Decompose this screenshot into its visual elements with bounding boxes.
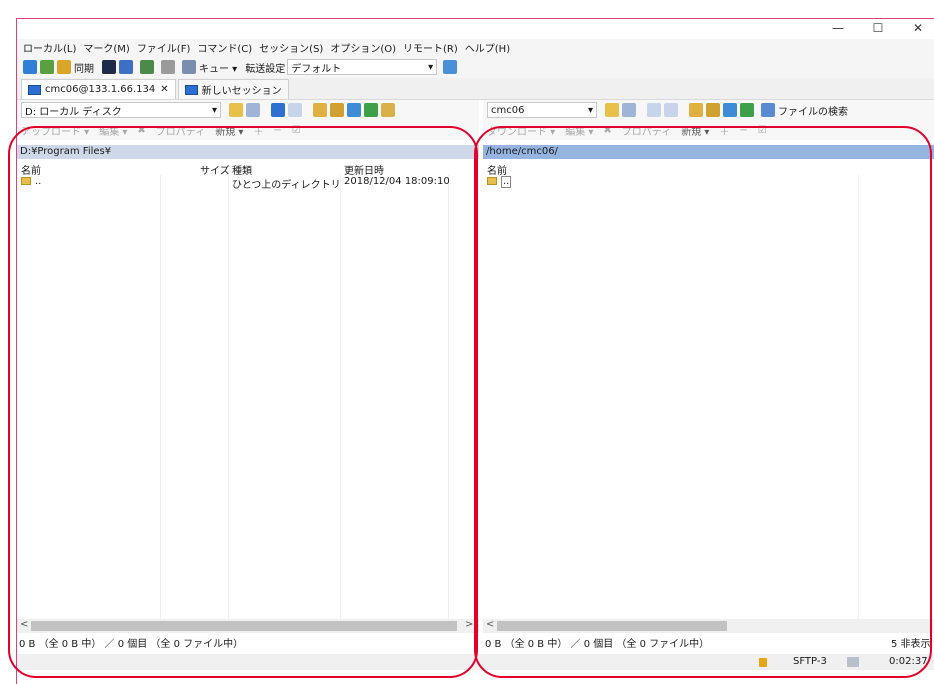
menu-help[interactable]: ヘルプ(H) (465, 40, 510, 55)
menu-local[interactable]: ローカル(L) (23, 40, 76, 55)
queue-icon[interactable] (182, 60, 196, 74)
open-folder-icon[interactable] (229, 103, 243, 117)
forward-icon[interactable] (288, 103, 302, 117)
menu-command[interactable]: コマンド(C) (197, 40, 252, 55)
session-tab-bar: cmc06@133.1.66.134 ✕ 新しいセッション (17, 78, 934, 100)
root-dir-icon[interactable] (330, 103, 344, 117)
settings-icon[interactable] (161, 60, 175, 74)
local-address-bar: D: ローカル ディスク ▾ (17, 100, 479, 120)
title-bar: — ☐ ✕ (17, 19, 934, 39)
globe-icon[interactable] (443, 60, 458, 74)
maximize-button[interactable]: ☐ (863, 21, 893, 37)
computer-icon (28, 84, 41, 95)
refresh-icon[interactable] (364, 103, 378, 117)
local-drive-value: D: ローカル ディスク (25, 106, 122, 118)
transfer-settings-select[interactable]: デフォルト ▾ (287, 59, 438, 75)
sync-icon[interactable] (57, 60, 71, 74)
local-drive-select[interactable]: D: ローカル ディスク ▾ (21, 102, 221, 118)
tab-session-label: cmc06@133.1.66.134 (45, 84, 156, 95)
filter-icon[interactable] (622, 103, 636, 117)
refresh-icon[interactable] (740, 103, 754, 117)
sync-button[interactable]: 同期 (74, 60, 94, 75)
highlight-remote-pane (474, 126, 932, 678)
menu-file[interactable]: ファイル(F) (137, 40, 191, 55)
remote-folder-value: cmc06 (491, 104, 525, 116)
menu-remote[interactable]: リモート(R) (403, 40, 458, 55)
tree-icon[interactable] (381, 103, 395, 117)
close-button[interactable]: ✕ (903, 21, 933, 37)
queue-button[interactable]: キュー ▾ (199, 60, 237, 75)
new-session-icon (184, 84, 198, 95)
root-dir-icon[interactable] (706, 103, 720, 117)
find-files-button[interactable]: ファイルの検索 (778, 103, 848, 118)
main-toolbar: 同期 キュー ▾ 転送設定 デフォルト ▾ (17, 56, 934, 78)
back-icon[interactable] (647, 103, 661, 117)
putty-icon[interactable] (119, 60, 133, 74)
transfer-settings-value: デフォルト (291, 63, 342, 75)
transfer-settings-label: 転送設定 (245, 63, 286, 75)
terminal-icon[interactable] (102, 60, 116, 74)
parent-dir-icon[interactable] (689, 103, 703, 117)
tab-new-session-label: 新しいセッション (201, 86, 282, 97)
remote-folder-select[interactable]: cmc06 ▾ (487, 102, 597, 118)
open-folder-icon[interactable] (605, 103, 619, 117)
back-icon[interactable] (271, 103, 285, 117)
menu-bar: ローカル(L) マーク(M) ファイル(F) コマンド(C) セッション(S) … (17, 39, 934, 56)
parent-dir-icon[interactable] (313, 103, 327, 117)
menu-session[interactable]: セッション(S) (259, 40, 323, 55)
menu-mark[interactable]: マーク(M) (83, 40, 129, 55)
synchronize-browsing-icon[interactable] (140, 60, 154, 74)
menu-options[interactable]: オプション(O) (330, 40, 396, 55)
minimize-button[interactable]: — (823, 21, 853, 37)
home-icon[interactable] (347, 103, 361, 117)
chevron-down-icon: ▾ (587, 104, 593, 116)
sync-dirs-icon[interactable] (40, 60, 54, 74)
chevron-down-icon: ▾ (211, 104, 217, 116)
find-files-icon[interactable] (761, 103, 775, 117)
tab-session-cmc06[interactable]: cmc06@133.1.66.134 ✕ (21, 79, 176, 99)
tab-new-session[interactable]: 新しいセッション (177, 79, 289, 99)
remote-address-bar: cmc06 ▾ ファイルの検索 (483, 100, 934, 120)
forward-icon[interactable] (664, 103, 678, 117)
tab-close-icon[interactable]: ✕ (160, 84, 168, 95)
filter-icon[interactable] (246, 103, 260, 117)
home-icon[interactable] (723, 103, 737, 117)
chevron-down-icon: ▾ (428, 61, 434, 73)
compare-icon[interactable] (23, 60, 37, 74)
highlight-local-pane (8, 126, 478, 678)
